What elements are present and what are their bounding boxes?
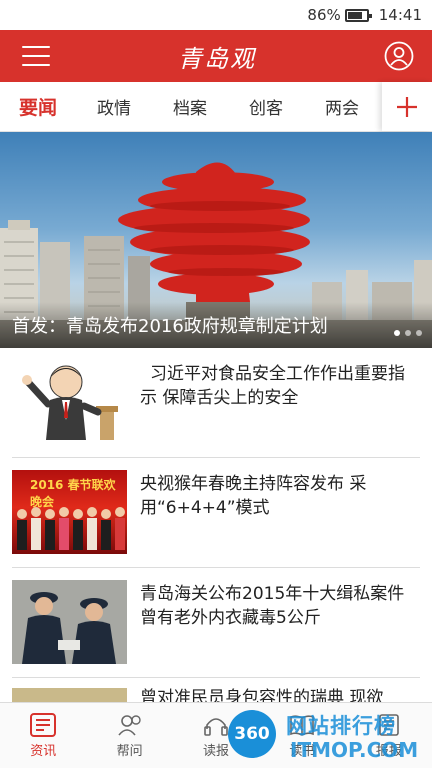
news-title: 青岛海关公布2015年十大缉私案件 曾有老外内衣藏毒5公斤 [140, 584, 405, 628]
user-profile-icon[interactable] [384, 41, 414, 71]
news-thumbnail [12, 580, 127, 664]
nav-baobao[interactable]: 报报 [346, 703, 432, 768]
nav-label: 报报 [375, 743, 402, 759]
book-icon [290, 714, 315, 736]
clock: 14:41 [378, 6, 422, 24]
tab-lianghui[interactable]: 两会 [304, 94, 380, 119]
channel-tabs: 要闻 政情 档案 创客 两会 [0, 82, 432, 132]
plus-icon [397, 96, 417, 117]
carousel-indicator [394, 330, 422, 336]
tab-dangan[interactable]: 档案 [152, 94, 228, 119]
paper-icon [379, 713, 399, 736]
menu-icon[interactable] [22, 46, 50, 66]
news-title: 央视猴年春晚主持阵容发布 采用“6+4+4”模式 [140, 474, 367, 518]
news-thumbnail: 2016 春节联欢晚会 [12, 470, 127, 554]
list-item[interactable]: 2016 春节联欢晚会 央视猴年春晚主持阵容发布 采用“6+4+4”模式 [12, 458, 420, 568]
status-bar: 86% 14:41 [0, 0, 432, 30]
help-icon [117, 714, 141, 736]
nav-zixun[interactable]: 资讯 [0, 703, 86, 768]
nav-dushu[interactable]: 读书 [259, 703, 345, 768]
customs-officers-image [12, 580, 127, 664]
news-title: 习近平对食品安全工作作出重要指示 保障舌尖上的安全 [140, 364, 405, 408]
nav-label: 读报 [203, 743, 230, 759]
list-item[interactable]: 曾对准民员身包容性的瑞典 现欲 [12, 678, 420, 702]
hero-caption: 首发：青岛发布2016政府规章制定计划 [0, 302, 432, 348]
list-item[interactable]: 青岛海关公布2015年十大缉私案件 曾有老外内衣藏毒5公斤 [12, 568, 420, 678]
cartoon-leader-image [22, 365, 118, 440]
bottom-navigation: 资讯 帮问 读报 读书 报报 [0, 702, 432, 768]
hero-banner[interactable]: 首发：青岛发布2016政府规章制定计划 [0, 132, 432, 348]
news-title: 曾对准民员身包容性的瑞典 现欲 [140, 688, 384, 702]
headphones-icon [204, 717, 228, 736]
battery-icon [344, 8, 372, 22]
tab-zhengqing[interactable]: 政情 [76, 94, 152, 119]
gala-hosts-image [17, 507, 125, 550]
list-item[interactable]: 习近平对食品安全工作作出重要指示 保障舌尖上的安全 [12, 348, 420, 458]
nav-dubao[interactable]: 读报 [173, 703, 259, 768]
news-icon [30, 712, 57, 737]
app-header: 青岛观 [0, 30, 432, 82]
nav-label: 读书 [289, 743, 316, 759]
tab-yaowen[interactable]: 要闻 [0, 93, 76, 120]
nav-label: 帮问 [116, 743, 143, 759]
battery-percentage: 86% [307, 6, 341, 24]
add-channel-button[interactable] [382, 82, 432, 131]
news-thumbnail [12, 360, 127, 444]
nav-label: 资讯 [30, 743, 57, 759]
nav-bangwen[interactable]: 帮问 [86, 703, 172, 768]
tab-chuangke[interactable]: 创客 [228, 94, 304, 119]
app-logo: 青岛观 [178, 44, 256, 73]
news-thumbnail [12, 688, 127, 702]
